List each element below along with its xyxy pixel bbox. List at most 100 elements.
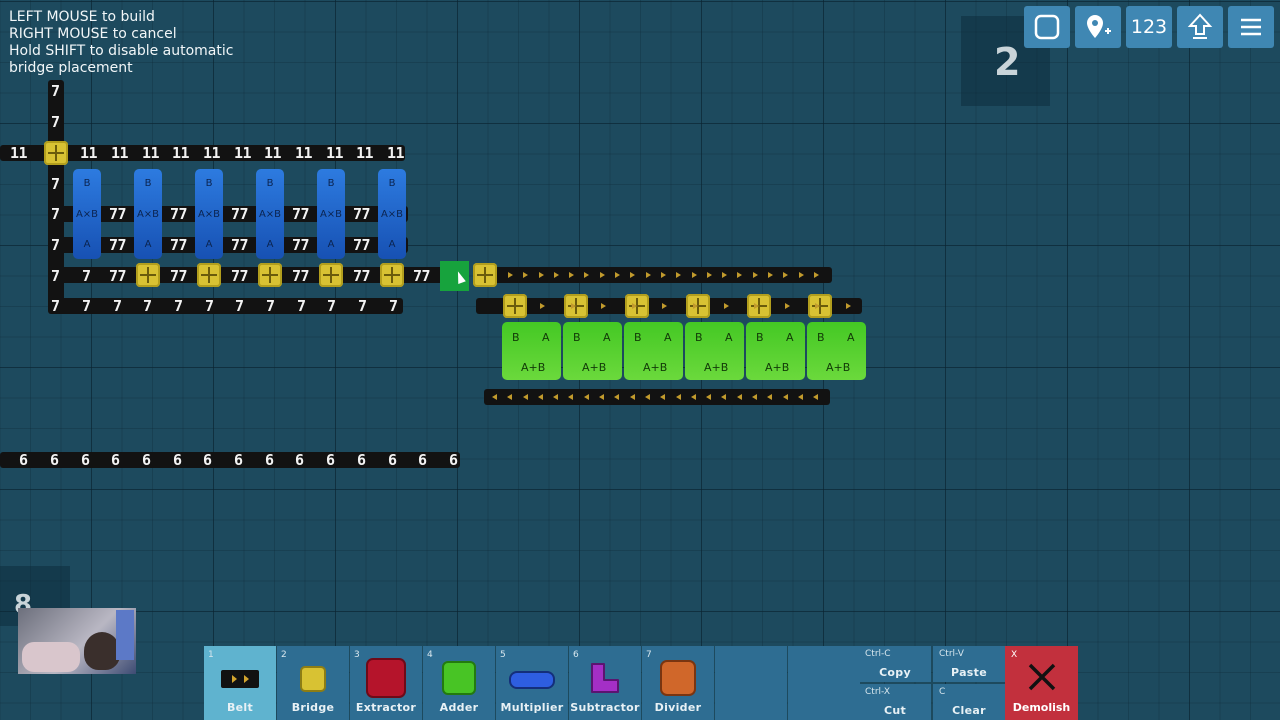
belt-direction-arrow <box>693 303 698 309</box>
paste-button[interactable]: Ctrl-V Paste <box>933 646 1005 682</box>
belt-value-label: 7 <box>51 82 60 100</box>
webcam-blanket <box>22 642 80 672</box>
belt-value-label: 77 <box>353 267 371 285</box>
tool-subtractor[interactable]: 6 Subtractor <box>569 646 641 720</box>
bridge[interactable] <box>473 263 497 287</box>
belt-value-label: 11 <box>356 144 374 162</box>
multiplier-input-b: B <box>266 178 274 189</box>
tool-hotkey: 6 <box>573 650 579 660</box>
adder[interactable]: B A A+B <box>563 322 622 380</box>
belt-value-label: 11 <box>387 144 405 162</box>
belt-direction-arrow <box>614 394 619 400</box>
multiplier-input-b: B <box>327 178 335 189</box>
bridge[interactable] <box>380 263 404 287</box>
tool-belt[interactable]: 1 Belt <box>204 646 276 720</box>
bridge[interactable] <box>503 294 527 318</box>
adder[interactable]: B A A+B <box>502 322 561 380</box>
multiplier[interactable]: B A×B A <box>317 169 345 259</box>
add-marker-button[interactable] <box>1075 6 1121 48</box>
belt-value-label: 6 <box>418 451 427 469</box>
belt-direction-arrow <box>646 272 651 278</box>
bottom-belt[interactable] <box>48 298 403 314</box>
menu-button[interactable] <box>1228 6 1274 48</box>
belt-direction-arrow <box>692 272 697 278</box>
multiplier-input-a: A <box>144 239 152 250</box>
belt-value-label: 7 <box>389 297 398 315</box>
multiplier[interactable]: B A×B A <box>378 169 406 259</box>
belt-value-label: 7 <box>174 297 183 315</box>
cut-button[interactable]: Ctrl-X Cut <box>859 684 931 720</box>
bridge[interactable] <box>686 294 710 318</box>
multiplier-op: A×B <box>197 209 221 220</box>
tool-slot-empty[interactable] <box>788 646 860 720</box>
square-icon <box>1034 14 1060 40</box>
bridge[interactable] <box>197 263 221 287</box>
adder[interactable]: B A A+B <box>746 322 805 380</box>
tool-multiplier[interactable]: 5 Multiplier <box>496 646 568 720</box>
tool-bridge[interactable]: 2 Bridge <box>277 646 349 720</box>
clear-button[interactable]: C Clear <box>933 684 1005 720</box>
belt-direction-arrow <box>737 272 742 278</box>
adder-split-belt[interactable] <box>476 298 862 314</box>
copy-button[interactable]: Ctrl-C Copy <box>859 646 931 682</box>
tool-slot-empty[interactable] <box>715 646 787 720</box>
bridge[interactable] <box>747 294 771 318</box>
bridge[interactable] <box>625 294 649 318</box>
tool-label: Belt <box>226 701 254 714</box>
belt-direction-arrow <box>554 272 559 278</box>
adder[interactable]: B A A+B <box>685 322 744 380</box>
belt-value-label: 11 <box>295 144 313 162</box>
tool-hotkey: 3 <box>354 650 360 660</box>
square-button[interactable] <box>1024 6 1070 48</box>
belt-direction-arrow <box>799 272 804 278</box>
upload-button[interactable] <box>1177 6 1223 48</box>
belt-value-label: 6 <box>265 451 274 469</box>
belt-value-label: 77 <box>231 236 249 254</box>
belt-value-label: 77 <box>353 236 371 254</box>
edit-buttons: Ctrl-C Copy Ctrl-V Paste Ctrl-X Cut C Clear <box>859 646 1005 720</box>
webcam-person <box>84 632 120 670</box>
adder-input-b: B <box>695 331 703 344</box>
bridge[interactable] <box>136 263 160 287</box>
belt-direction-arrow <box>785 303 790 309</box>
belt-value-label: 77 <box>292 205 310 223</box>
belt-value-label: 77 <box>292 267 310 285</box>
adder[interactable]: B A A+B <box>624 322 683 380</box>
belt-direction-arrow <box>676 272 681 278</box>
bridge[interactable] <box>258 263 282 287</box>
numbers-button[interactable]: 123 <box>1126 6 1172 48</box>
adder-output-belt[interactable] <box>484 389 830 405</box>
demolish-button[interactable]: X Demolish <box>1005 646 1078 720</box>
paste-label: Paste <box>951 666 987 679</box>
bridge[interactable] <box>44 141 68 165</box>
multiplier[interactable]: B A×B A <box>256 169 284 259</box>
belt-value-label: 11 <box>111 144 129 162</box>
belt-direction-arrow <box>584 272 589 278</box>
tool-divider[interactable]: 7 Divider <box>642 646 714 720</box>
belt-value-label: 77 <box>353 205 371 223</box>
belt-direction-arrow <box>553 394 558 400</box>
adder[interactable]: B A A+B <box>807 322 866 380</box>
multiplier-icon <box>509 671 555 689</box>
bridge[interactable] <box>564 294 588 318</box>
tool-extractor[interactable]: 3 Extractor <box>350 646 422 720</box>
belt-direction-arrow <box>538 394 543 400</box>
adder-op: A+B <box>765 361 790 374</box>
tool-adder[interactable]: 4 Adder <box>423 646 495 720</box>
belt-value-label: 6 <box>234 451 243 469</box>
multiplier[interactable]: B A×B A <box>73 169 101 259</box>
multiplier[interactable]: B A×B A <box>195 169 223 259</box>
adder-input-b: B <box>817 331 825 344</box>
belt-value-label: 6 <box>449 451 458 469</box>
belt-value-label: 6 <box>295 451 304 469</box>
adder-input-a: A <box>847 331 855 344</box>
multiplier[interactable]: B A×B A <box>134 169 162 259</box>
belt-direction-arrow <box>523 272 528 278</box>
adder-input-a: A <box>786 331 794 344</box>
bridge[interactable] <box>319 263 343 287</box>
bridge[interactable] <box>808 294 832 318</box>
instruction-line: Hold SHIFT to disable automatic <box>9 43 234 59</box>
belt-value-label: 11 <box>172 144 190 162</box>
belt-value-label: 77 <box>170 267 188 285</box>
belt-value-label: 11 <box>203 144 221 162</box>
